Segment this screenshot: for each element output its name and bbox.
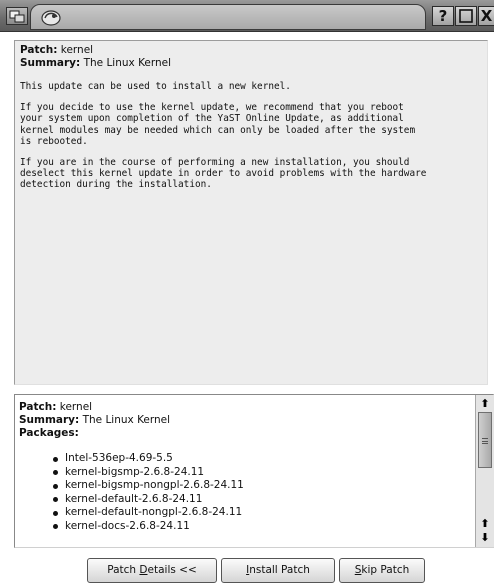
package-item: kernel-bigsmp-2.6.8-24.11 bbox=[53, 466, 471, 480]
list-patch-line: Patch: kernel bbox=[19, 401, 93, 413]
description-paragraph: If you are in the course of performing a… bbox=[20, 157, 427, 191]
close-button[interactable]: X bbox=[478, 6, 494, 26]
package-item: kernel-docs-2.6.8-24.11 bbox=[53, 520, 471, 534]
package-item: kernel-default-2.6.8-24.11 bbox=[53, 493, 471, 507]
window-menu-icon[interactable] bbox=[6, 7, 28, 25]
scroll-up-icon[interactable]: ⬆ bbox=[477, 517, 493, 531]
patch-description-panel[interactable]: Patch: kernel Summary: The Linux Kernel … bbox=[14, 40, 488, 385]
window-titlebar: ? X bbox=[0, 0, 494, 32]
maximize-icon bbox=[459, 9, 473, 23]
package-item: kernel-bigsmp-nongpl-2.6.8-24.11 bbox=[53, 479, 471, 493]
description-paragraph: If you decide to use the kernel update, … bbox=[20, 102, 416, 147]
list-summary-line: Summary: The Linux Kernel bbox=[19, 414, 171, 426]
package-list: Intel-536ep-4.69-5.5 kernel-bigsmp-2.6.8… bbox=[19, 452, 471, 534]
suse-gecko-icon bbox=[40, 6, 62, 28]
scroll-down-icon[interactable]: ⬇ bbox=[477, 531, 493, 545]
scrollbar-thumb[interactable] bbox=[478, 412, 492, 468]
scroll-up-icon[interactable]: ⬆ bbox=[477, 397, 493, 411]
patch-package-content: Patch: kernel Summary: The Linux Kernel … bbox=[19, 401, 471, 547]
grip-icon bbox=[482, 438, 488, 444]
package-item: Intel-536ep-4.69-5.5 bbox=[53, 452, 471, 466]
patch-details-button[interactable]: Patch Details << bbox=[87, 558, 217, 583]
titlebar-tab[interactable] bbox=[30, 4, 426, 30]
skip-patch-button[interactable]: Skip Patch bbox=[339, 558, 425, 583]
maximize-button[interactable] bbox=[455, 6, 477, 26]
help-button[interactable]: ? bbox=[432, 6, 454, 26]
package-item: kernel-default-nongpl-2.6.8-24.11 bbox=[53, 506, 471, 520]
packages-heading: Packages: bbox=[19, 427, 79, 439]
patch-package-panel[interactable]: Patch: kernel Summary: The Linux Kernel … bbox=[14, 394, 494, 548]
vertical-scrollbar[interactable]: ⬆ ⬆ ⬇ bbox=[475, 395, 494, 547]
install-patch-button[interactable]: Install Patch bbox=[221, 558, 335, 583]
description-paragraph: This update can be used to install a new… bbox=[20, 81, 291, 92]
description-summary-line: Summary: The Linux Kernel bbox=[20, 57, 172, 69]
description-patch-line: Patch: kernel bbox=[20, 44, 94, 56]
